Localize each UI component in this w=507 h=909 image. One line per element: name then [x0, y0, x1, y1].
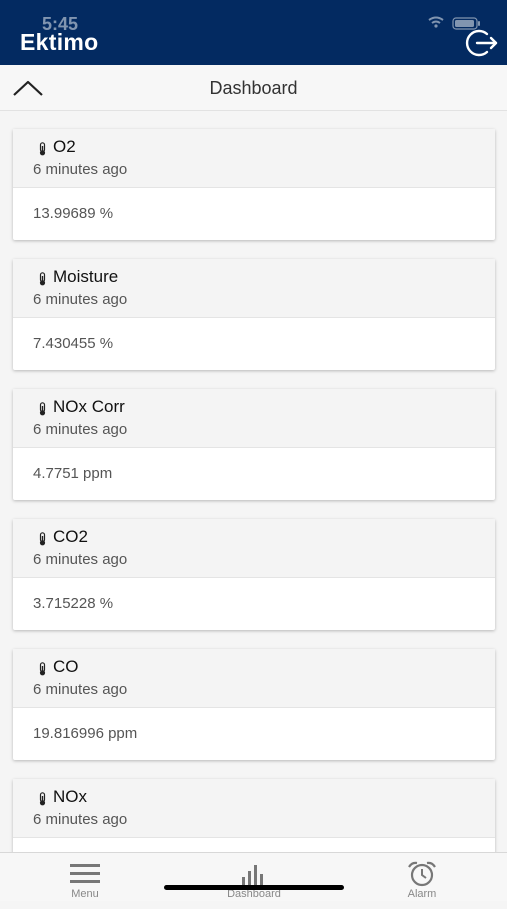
reading-name: NOx Corr — [53, 397, 125, 416]
reading-card-moisture[interactable]: Moisture 6 minutes ago 7.430455 % — [13, 259, 495, 370]
tab-menu[interactable]: Menu — [35, 853, 135, 901]
reading-time: 6 minutes ago — [33, 161, 128, 178]
thermometer-icon — [39, 402, 46, 416]
tab-bar: Menu Dashboard Alarm — [0, 852, 507, 901]
reading-card-body: 3.715228 % — [13, 578, 495, 630]
reading-name: O2 — [53, 137, 76, 156]
logout-icon — [465, 29, 498, 57]
reading-time: 6 minutes ago — [33, 681, 128, 698]
reading-card-body: 7.430455 % — [13, 318, 495, 370]
reading-card-o2[interactable]: O2 6 minutes ago 13.99689 % — [13, 129, 495, 240]
hamburger-icon — [70, 864, 100, 883]
home-indicator — [164, 885, 344, 890]
reading-card-header: NOx 6 minutes ago — [13, 779, 495, 838]
page-title: Dashboard — [209, 78, 298, 98]
tab-label: Menu — [71, 888, 99, 900]
thermometer-icon — [39, 142, 46, 156]
thermometer-icon — [39, 272, 46, 286]
wifi-icon — [428, 16, 444, 28]
reading-card-body: 19.816996 ppm — [13, 708, 495, 760]
reading-card-header: CO 6 minutes ago — [13, 649, 495, 708]
dashboard-header: Dashboard — [0, 65, 507, 111]
reading-value: 13.99689 % — [33, 205, 114, 222]
reading-name: CO2 — [53, 527, 88, 546]
tab-dashboard[interactable]: Dashboard — [204, 853, 304, 901]
reading-card-nox-corr[interactable]: NOx Corr 6 minutes ago 4.7751 ppm — [13, 389, 495, 500]
reading-name: NOx — [53, 787, 87, 806]
reading-card-header: Moisture 6 minutes ago — [13, 259, 495, 318]
reading-value: 19.816996 ppm — [33, 725, 138, 742]
app-logo: Ektimo — [20, 29, 99, 55]
reading-name: CO — [53, 657, 79, 676]
reading-card-co[interactable]: CO 6 minutes ago 19.816996 ppm — [13, 649, 495, 760]
reading-card-header: NOx Corr 6 minutes ago — [13, 389, 495, 448]
reading-value: 7.430455 % — [33, 335, 114, 352]
app-bar: 5:45 Ektimo — [0, 0, 507, 65]
reading-time: 6 minutes ago — [33, 291, 128, 308]
readings-list: O2 6 minutes ago 13.99689 % Moisture 6 m… — [13, 129, 495, 909]
reading-card-body: 4.7751 ppm — [13, 448, 495, 500]
reading-card-header: CO2 6 minutes ago — [13, 519, 495, 578]
reading-time: 6 minutes ago — [33, 811, 128, 828]
reading-time: 6 minutes ago — [33, 421, 128, 438]
reading-time: 6 minutes ago — [33, 551, 128, 568]
logout-button[interactable] — [465, 28, 499, 58]
thermometer-icon — [39, 662, 46, 676]
reading-value: 3.715228 % — [33, 595, 114, 612]
bar-chart-icon — [242, 865, 263, 885]
thermometer-icon — [39, 532, 46, 546]
tab-alarm[interactable]: Alarm — [372, 853, 472, 901]
reading-card-body: 13.99689 % — [13, 188, 495, 240]
reading-name: Moisture — [53, 267, 119, 286]
reading-card-co2[interactable]: CO2 6 minutes ago 3.715228 % — [13, 519, 495, 630]
tab-label: Alarm — [407, 888, 437, 900]
reading-card-header: O2 6 minutes ago — [13, 129, 495, 188]
alarm-clock-icon — [408, 861, 436, 887]
thermometer-icon — [39, 792, 46, 806]
reading-value: 4.7751 ppm — [33, 465, 113, 482]
